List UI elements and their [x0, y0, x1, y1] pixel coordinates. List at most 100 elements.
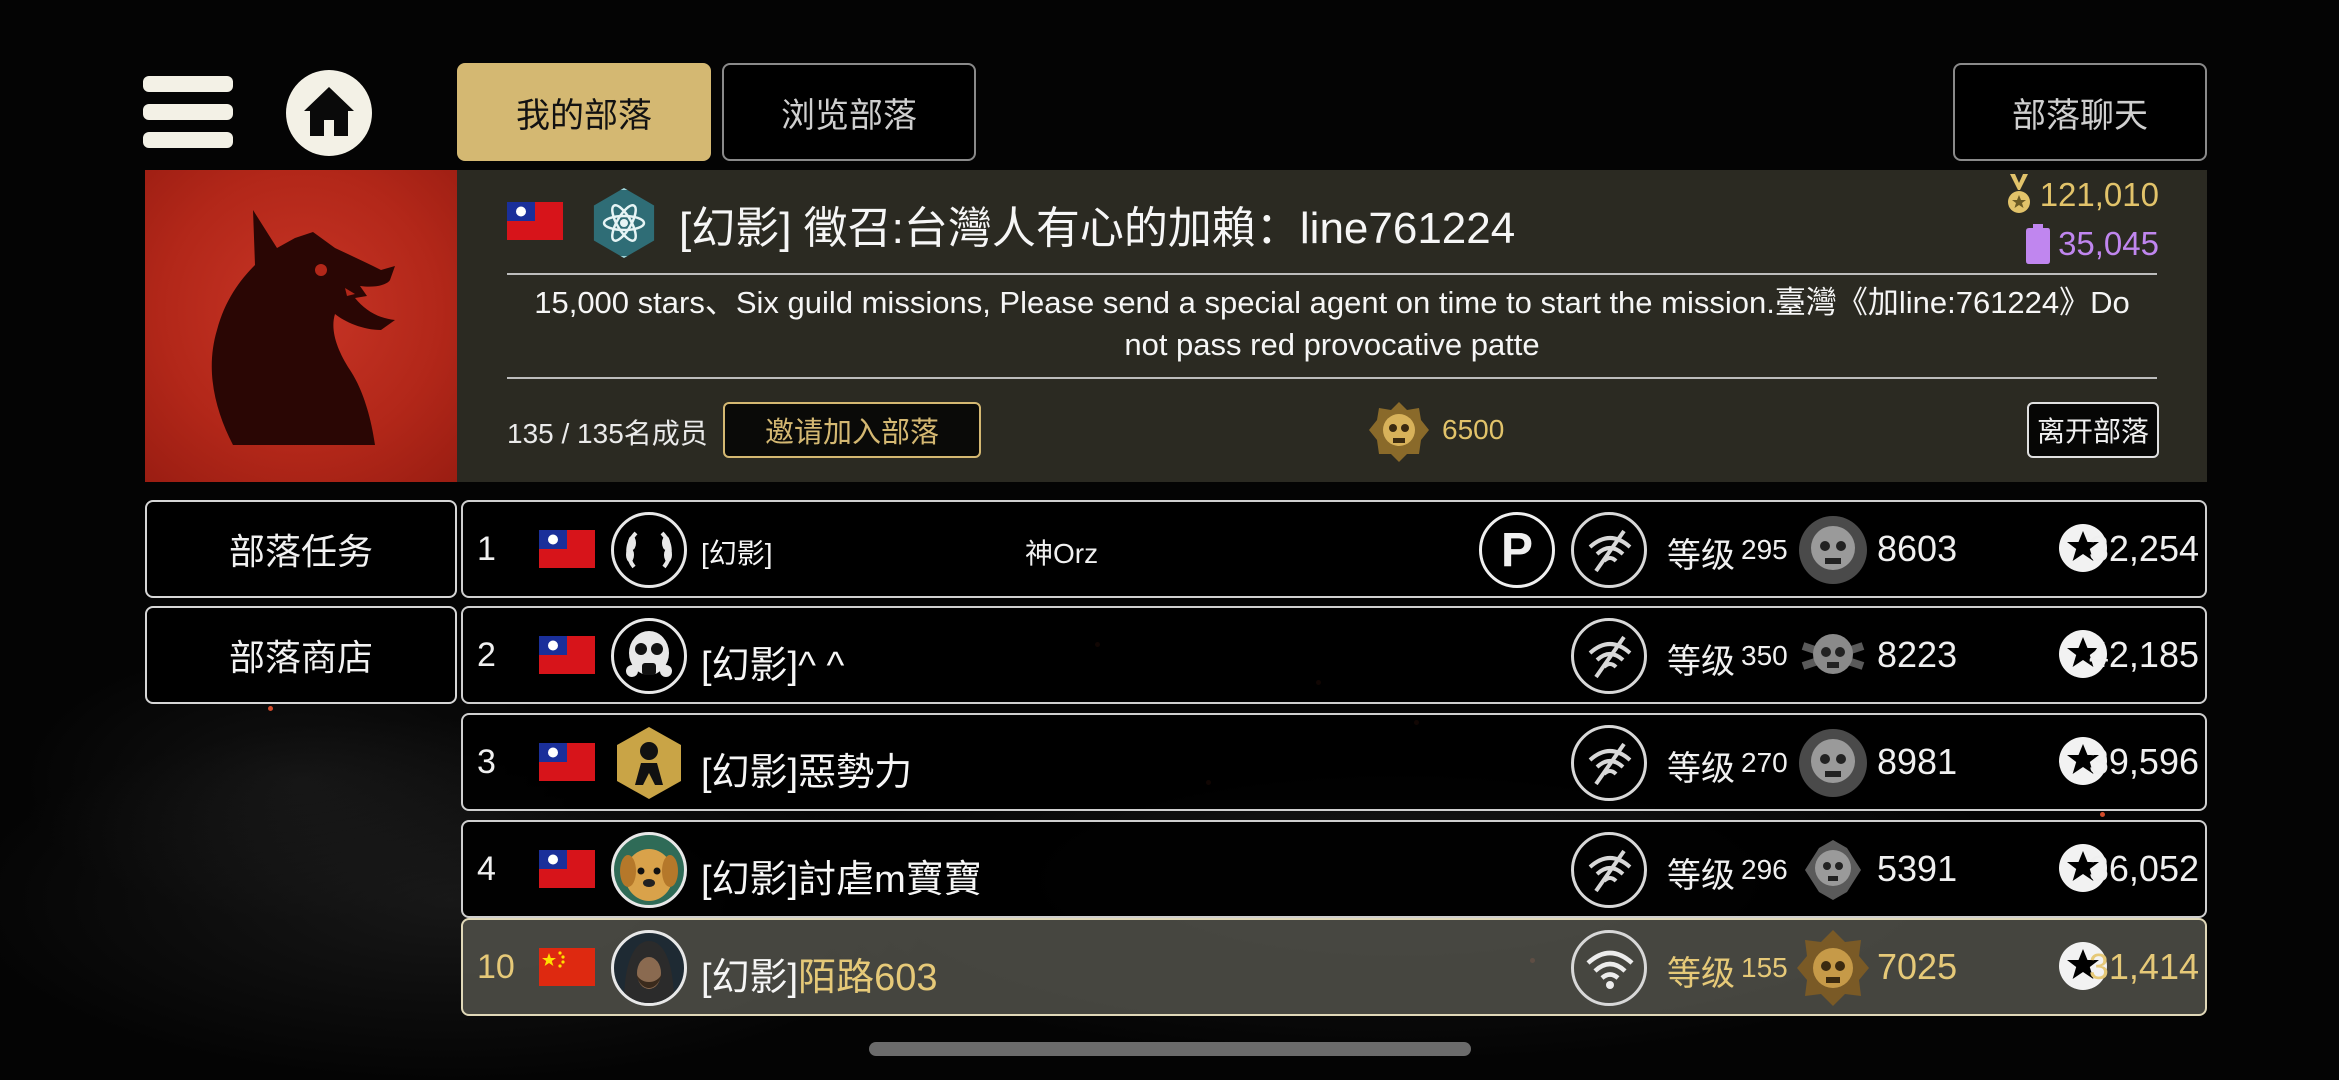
wifi-off-icon	[1588, 849, 1632, 893]
member-row-self[interactable]: 10 [幻影]陌路603 等级 155 7025 31,414	[461, 918, 2207, 1016]
member-level: 350	[1741, 640, 1788, 671]
medal-icon	[2007, 174, 2030, 213]
member-level: 270	[1741, 747, 1788, 778]
clan-shop-button[interactable]: 部落商店	[145, 606, 457, 704]
ember-particle	[268, 706, 273, 711]
menu-button[interactable]	[143, 74, 233, 150]
wifi-icon	[1586, 950, 1634, 989]
offline-status	[1571, 832, 1647, 908]
clan-icon	[593, 188, 655, 258]
laurel-avatar-icon	[626, 531, 672, 569]
clan-rank-skull-icon	[1369, 402, 1429, 462]
member-level: 295	[1741, 534, 1788, 565]
member-row[interactable]: 2 [幻影]^ ^ 等级 350 8223 42,185	[461, 606, 2207, 704]
member-stars: 36,052	[2088, 848, 2199, 889]
avatar[interactable]	[611, 512, 687, 588]
member-skill: 8603	[1877, 528, 1958, 569]
member-stars: 32,254	[2088, 528, 2199, 569]
clan-gems: 35,045	[2026, 224, 2159, 264]
gas-mask-avatar-icon	[626, 631, 672, 677]
game-screen: 我的部落 浏览部落 部落聊天 [幻影] 徵召:台灣人有心的加賴：line7612…	[0, 0, 2339, 1080]
home-button[interactable]	[286, 70, 372, 156]
leave-clan-button[interactable]: 离开部落	[2027, 402, 2159, 458]
ember-particle	[2100, 812, 2105, 817]
avatar[interactable]	[611, 618, 687, 694]
level-label: 等级	[1667, 955, 1735, 993]
atom-icon	[602, 204, 646, 242]
level-label: 等级	[1667, 857, 1735, 895]
hexagon-agent-avatar-icon	[617, 727, 681, 799]
member-row[interactable]: 3 [幻影]惡勢力 等级 270 8981 39,596	[461, 713, 2207, 811]
level-label: 等级	[1667, 537, 1735, 575]
clan-chat-button[interactable]: 部落聊天	[1953, 63, 2207, 161]
member-rank: 1	[477, 530, 496, 568]
member-row[interactable]: 4 [幻影]討虐m寶寶 等级 296 5391 36,052	[461, 820, 2207, 918]
hamburger-icon-bar	[143, 104, 233, 120]
divider	[507, 273, 2157, 275]
level-label: 等级	[1667, 750, 1735, 788]
tab-my-clan[interactable]: 我的部落	[457, 63, 711, 161]
avatar[interactable]	[611, 832, 687, 908]
member-row[interactable]: 1 [幻影] 神Orz P 等级 295 8603 32,254	[461, 500, 2207, 598]
hamburger-icon-bar	[143, 132, 233, 148]
member-name: [幻影]陌路603	[701, 946, 938, 1001]
taiwan-flag	[539, 636, 595, 674]
member-skill: 7025	[1877, 946, 1958, 987]
member-count: 135 / 135名成员	[507, 418, 708, 449]
hooded-figure-avatar	[624, 941, 674, 1003]
dog-photo-avatar	[620, 849, 678, 901]
member-rank: 3	[477, 743, 496, 781]
online-status	[1571, 930, 1647, 1006]
clan-title: [幻影] 徵召:台灣人有心的加賴：line761224	[679, 204, 1516, 253]
member-skill: 8223	[1877, 634, 1958, 675]
member-skill: 8981	[1877, 741, 1958, 782]
member-stars: 42,185	[2088, 634, 2199, 675]
invite-button[interactable]: 邀请加入部落	[723, 402, 981, 458]
rank-skull-icon	[1805, 840, 1861, 900]
trophy-count: 121,010	[2039, 176, 2159, 213]
member-rank: 2	[477, 636, 496, 674]
member-level: 296	[1741, 854, 1788, 885]
wifi-off-icon	[1588, 742, 1632, 786]
rank-skull-icon	[1797, 930, 1869, 1006]
member-name-prefix: [幻影]	[701, 957, 799, 999]
taiwan-flag	[507, 202, 563, 240]
offline-status	[1571, 618, 1647, 694]
level-label: 等级	[1667, 643, 1735, 681]
tab-browse-clans[interactable]: 浏览部落	[722, 63, 976, 161]
offline-status	[1571, 512, 1647, 588]
premium-p-icon: P	[1479, 512, 1555, 588]
wifi-off-icon	[1588, 635, 1632, 679]
hamburger-icon	[143, 76, 233, 92]
clan-description: 15,000 stars、Six guild missions, Please …	[534, 285, 2130, 362]
member-rank: 4	[477, 850, 496, 888]
member-title: 神Orz	[1025, 538, 1099, 569]
member-level: 155	[1741, 952, 1788, 983]
clan-missions-button[interactable]: 部落任务	[145, 500, 457, 598]
member-skill: 5391	[1877, 848, 1958, 889]
home-icon	[304, 87, 354, 136]
member-name: [幻影]^ ^	[701, 645, 845, 687]
gem-icon	[2026, 224, 2051, 264]
wifi-off-icon	[1588, 529, 1632, 573]
taiwan-flag	[539, 743, 595, 781]
divider	[507, 377, 2157, 379]
china-flag	[539, 948, 595, 986]
clan-trophies: 121,010	[2006, 174, 2159, 216]
member-name: [幻影]	[701, 538, 773, 569]
home-indicator[interactable]	[869, 1042, 1471, 1056]
member-name: [幻影]惡勢力	[701, 752, 913, 794]
taiwan-flag	[539, 850, 595, 888]
rank-skull-icon	[1799, 516, 1867, 584]
avatar[interactable]	[611, 930, 687, 1006]
wolf-emblem-icon	[211, 210, 395, 445]
rank-skull-icon	[1799, 729, 1867, 797]
member-name: [幻影]討虐m寶寶	[701, 859, 982, 901]
clan-emblem	[145, 170, 457, 482]
gem-count: 35,045	[2058, 225, 2159, 262]
avatar[interactable]	[611, 725, 687, 801]
rank-skull-icon	[1801, 634, 1865, 674]
member-stars: 39,596	[2088, 741, 2199, 782]
taiwan-flag	[539, 530, 595, 568]
member-name-suffix: 陌路603	[798, 957, 938, 999]
